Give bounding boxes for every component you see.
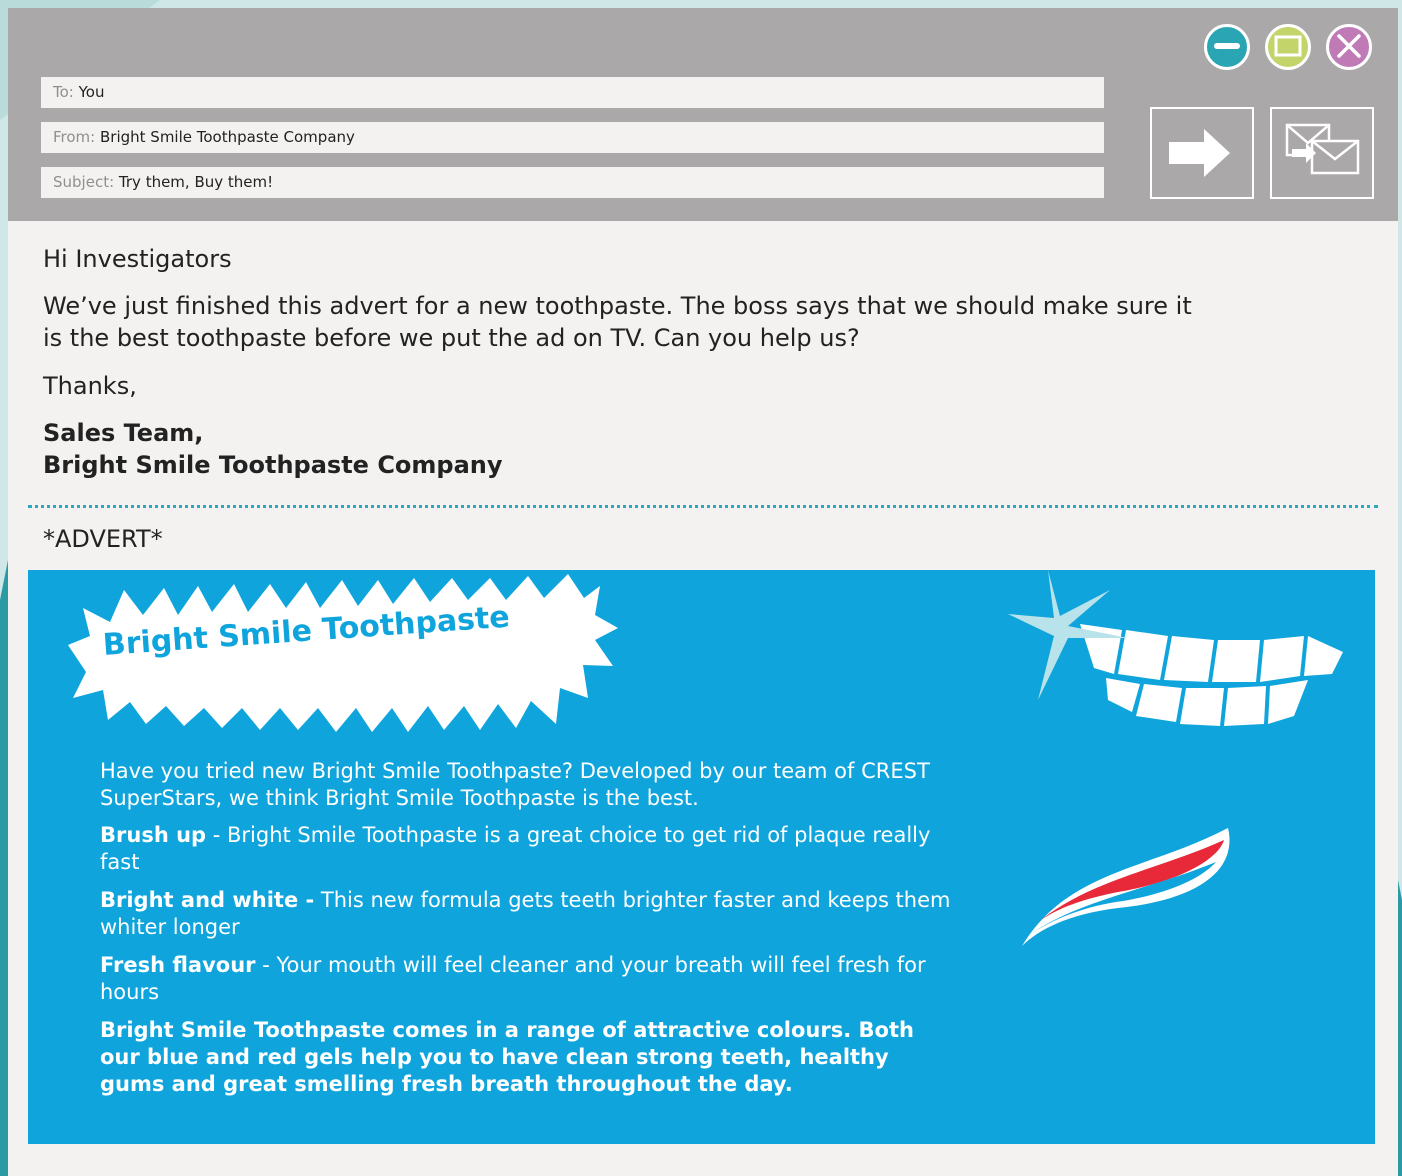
close-icon — [1337, 34, 1361, 58]
smile-graphic — [1008, 570, 1343, 732]
message-line-2: is the best toothpaste before we put the… — [43, 324, 860, 352]
advert-tag: *ADVERT* — [43, 525, 163, 553]
email-header: To: You From: Bright Smile Toothpaste Co… — [8, 8, 1398, 221]
from-label: From: — [53, 128, 96, 146]
greeting: Hi Investigators — [43, 245, 232, 273]
divider — [28, 505, 1378, 508]
advert-closing: Bright Smile Toothpaste comes in a range… — [100, 1018, 914, 1096]
message-line-1: We’ve just finished this advert for a ne… — [43, 292, 1192, 320]
minus-icon — [1214, 43, 1240, 49]
close-button[interactable] — [1326, 24, 1372, 70]
subject-value: Try them, Buy them! — [118, 173, 274, 191]
envelopes-icon — [1285, 123, 1360, 175]
point-1-text: - Bright Smile Toothpaste is a great cho… — [100, 823, 931, 874]
advert-intro: Have you tried new Bright Smile Toothpas… — [100, 759, 930, 810]
to-value: You — [78, 83, 105, 101]
signature-line-2: Bright Smile Toothpaste Company — [43, 451, 503, 479]
advert-point-1: Brush up - Bright Smile Toothpaste is a … — [100, 822, 960, 876]
thanks: Thanks, — [43, 372, 137, 400]
point-1-heading: Brush up — [100, 823, 207, 847]
maximize-button[interactable] — [1265, 24, 1311, 70]
advert-banner: Bright Smile Toothpaste Have you tried n… — [28, 570, 1375, 1144]
square-icon — [1274, 35, 1302, 57]
from-field[interactable]: From: Bright Smile Toothpaste Company — [41, 122, 1104, 153]
email-window: To: You From: Bright Smile Toothpaste Co… — [8, 8, 1398, 1176]
advert-point-3: Fresh flavour - Your mouth will feel cle… — [100, 952, 960, 1006]
advert-point-2: Bright and white - This new formula gets… — [100, 887, 960, 941]
reply-button[interactable] — [1270, 107, 1374, 199]
to-label: To: — [53, 83, 74, 101]
forward-button[interactable] — [1150, 107, 1254, 199]
from-value: Bright Smile Toothpaste Company — [100, 128, 355, 146]
to-field[interactable]: To: You — [41, 77, 1104, 108]
toothpaste-stripe-graphic — [1022, 828, 1230, 946]
point-3-heading: Fresh flavour — [100, 953, 256, 977]
right-arrow-icon — [1169, 129, 1230, 177]
signature-line-1: Sales Team, — [43, 419, 204, 447]
point-2-heading: Bright and white - — [100, 888, 315, 912]
subject-field[interactable]: Subject: Try them, Buy them! — [41, 167, 1104, 198]
minimize-button[interactable] — [1204, 24, 1250, 70]
subject-label: Subject: — [53, 173, 115, 191]
